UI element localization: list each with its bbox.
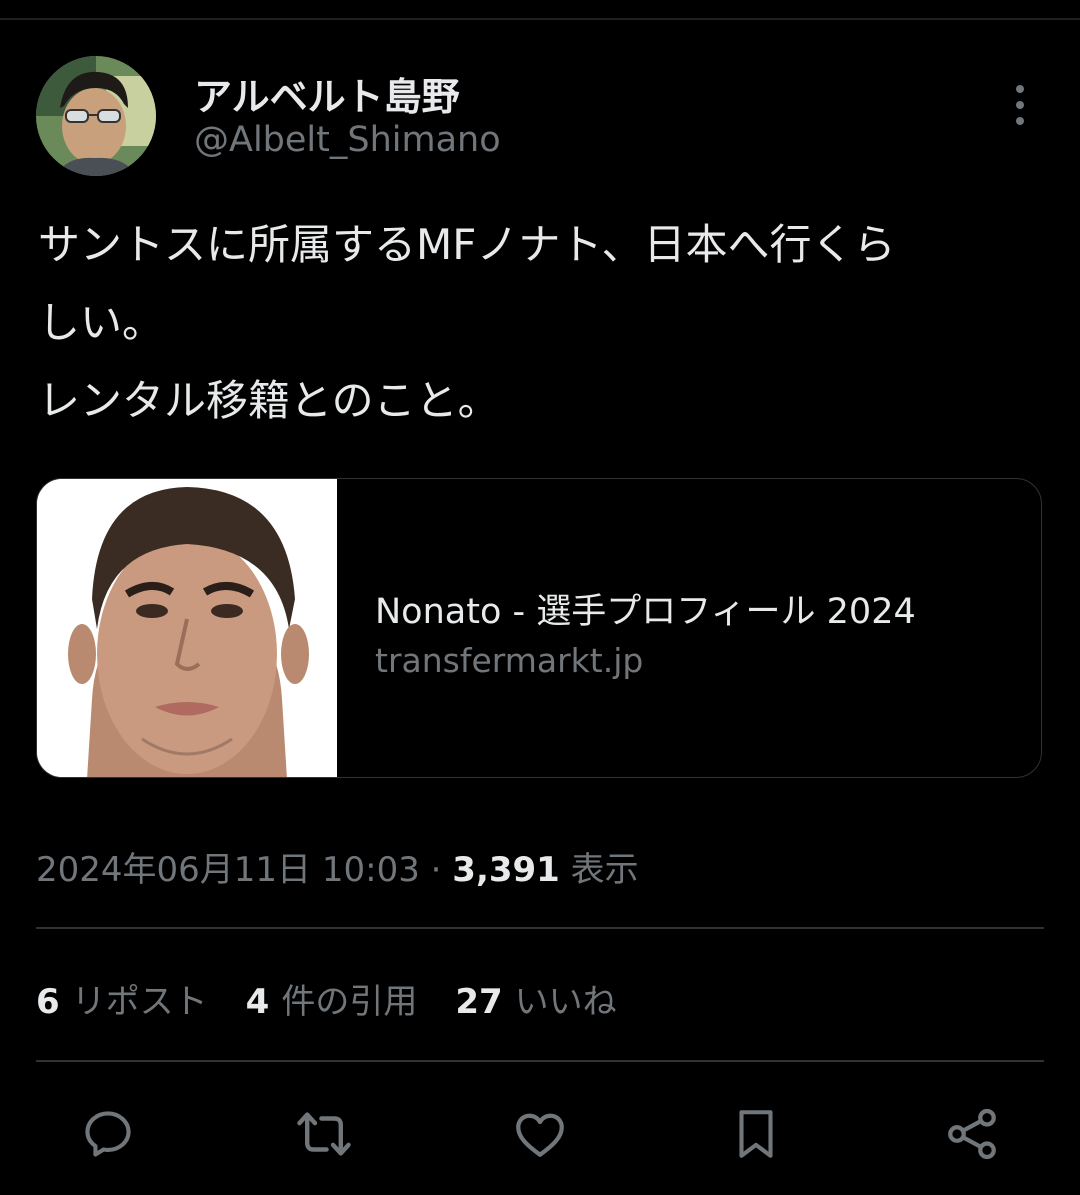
engagement-stats: 6 リポスト 4 件の引用 27 いいね xyxy=(36,974,655,1023)
retweet-icon xyxy=(297,1112,351,1156)
link-card[interactable]: Nonato - 選手プロフィール 2024 transfermarkt.jp xyxy=(36,478,1042,778)
avatar-image xyxy=(36,56,156,176)
dot xyxy=(1016,117,1024,125)
stat-count: 6 xyxy=(36,982,60,1022)
timestamp[interactable]: 2024年06月11日 10:03 xyxy=(36,850,420,890)
stat-label: 件の引用 xyxy=(281,982,418,1022)
dot xyxy=(1016,85,1024,93)
like-icon xyxy=(516,1113,564,1157)
reply-icon xyxy=(85,1111,131,1157)
bookmark-icon xyxy=(739,1110,773,1158)
views-label: 表示 xyxy=(570,850,639,890)
stat-quotes[interactable]: 4 件の引用 xyxy=(246,974,418,1023)
author-name[interactable]: アルベルト島野 xyxy=(194,66,460,121)
stat-label: いいね xyxy=(514,982,617,1022)
stat-count: 27 xyxy=(455,982,503,1022)
tweet-line: サントスに所属するMFノナト、日本へ行くら xyxy=(38,220,896,269)
like-button[interactable] xyxy=(508,1102,572,1166)
card-title[interactable]: Nonato - 選手プロフィール 2024 xyxy=(375,583,916,634)
stat-label: リポスト xyxy=(71,982,208,1022)
tweet-text: サントスに所属するMFノナト、日本へ行くら しい。 レンタル移籍とのこと。 xyxy=(38,206,1048,440)
tweet-line: レンタル移籍とのこと。 xyxy=(38,376,500,425)
player-photo xyxy=(37,479,337,777)
more-options-icon[interactable] xyxy=(998,80,1042,130)
bookmark-button[interactable] xyxy=(724,1102,788,1166)
tweet-meta: 2024年06月11日 10:03 · 3,391 表示 xyxy=(36,842,639,891)
retweet-button[interactable] xyxy=(292,1102,356,1166)
views-count: 3,391 xyxy=(452,850,560,890)
dot xyxy=(1016,101,1024,109)
tweet-line: しい。 xyxy=(38,298,165,347)
author-handle[interactable]: @Albelt_Shimano xyxy=(194,120,501,160)
reply-button[interactable] xyxy=(76,1102,140,1166)
stat-likes[interactable]: 27 いいね xyxy=(455,974,616,1023)
divider xyxy=(36,927,1044,929)
top-divider xyxy=(0,18,1080,20)
meta-separator: · xyxy=(430,850,442,890)
card-domain[interactable]: transfermarkt.jp xyxy=(375,641,643,680)
stat-reposts[interactable]: 6 リポスト xyxy=(36,974,208,1023)
share-button[interactable] xyxy=(940,1102,1004,1166)
divider xyxy=(36,1060,1044,1062)
stat-count: 4 xyxy=(245,982,270,1022)
card-thumbnail xyxy=(37,479,337,777)
avatar[interactable] xyxy=(36,56,156,176)
share-icon xyxy=(948,1108,996,1160)
